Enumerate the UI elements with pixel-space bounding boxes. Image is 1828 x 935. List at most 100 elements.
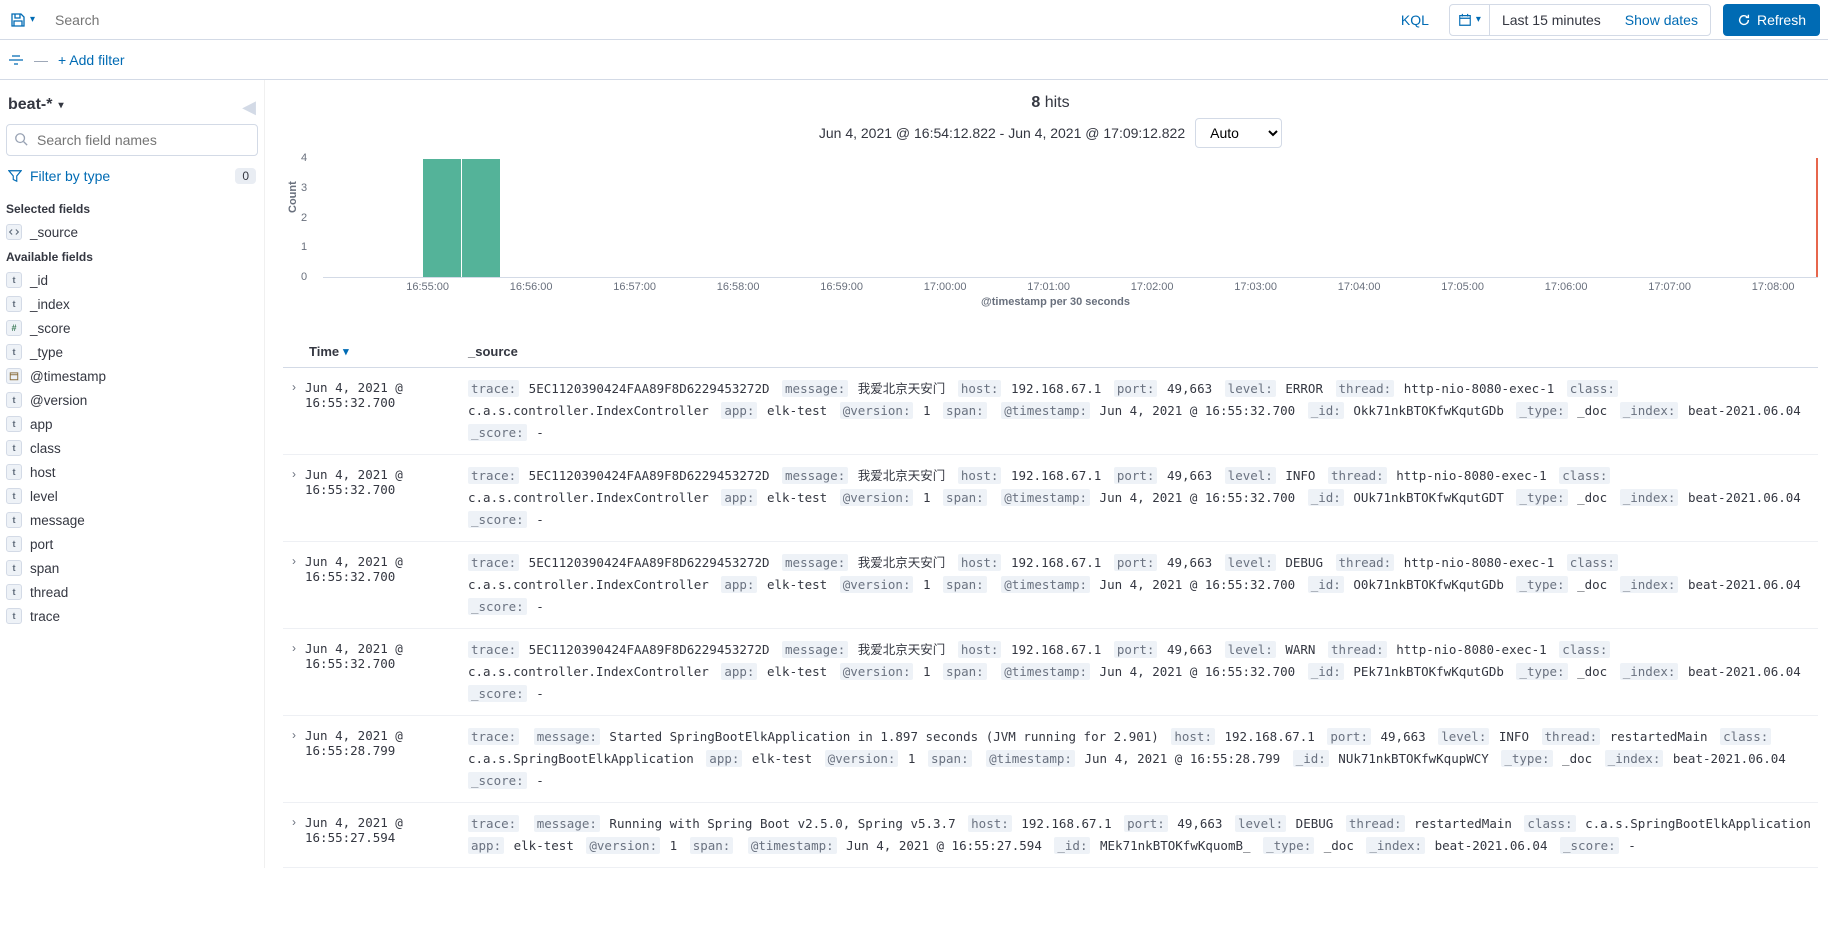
field-key: span: bbox=[943, 489, 987, 506]
field-key: message: bbox=[782, 641, 848, 658]
field-key: @version: bbox=[840, 489, 914, 506]
field-value: elk-test bbox=[757, 664, 839, 679]
field-item-source[interactable]: _source bbox=[6, 220, 258, 244]
field-value: 192.168.67.1 bbox=[1001, 381, 1113, 396]
filter-count-badge: 0 bbox=[235, 168, 256, 184]
histogram-bar[interactable] bbox=[423, 159, 461, 277]
expand-row-icon[interactable]: › bbox=[283, 552, 305, 568]
index-pattern-name: beat-* bbox=[8, 96, 52, 114]
field-key: level: bbox=[1225, 554, 1276, 571]
field-value: elk-test bbox=[757, 490, 839, 505]
field-key: app: bbox=[721, 489, 757, 506]
field-value: _doc bbox=[1568, 664, 1620, 679]
field-key: trace: bbox=[468, 380, 519, 397]
field-key: _score: bbox=[468, 598, 527, 615]
save-query-button[interactable]: ▾ bbox=[0, 0, 45, 39]
field-value: http-nio-8080-exec-1 bbox=[1394, 555, 1567, 570]
field-key: host: bbox=[1171, 728, 1215, 745]
field-item-app[interactable]: tapp bbox=[6, 412, 258, 436]
field-value: elk-test bbox=[504, 838, 586, 853]
field-key: message: bbox=[534, 728, 600, 745]
field-item-message[interactable]: tmessage bbox=[6, 508, 258, 532]
field-key: span: bbox=[943, 576, 987, 593]
filter-bar: — + Add filter bbox=[0, 40, 1828, 80]
x-tick: 16:57:00 bbox=[613, 281, 656, 293]
show-dates-link[interactable]: Show dates bbox=[1613, 12, 1710, 28]
field-value: Started SpringBootElkApplication in 1.89… bbox=[600, 729, 1171, 744]
date-picker[interactable]: ▾ Last 15 minutes Show dates bbox=[1449, 4, 1711, 36]
field-key: thread: bbox=[1336, 554, 1395, 571]
field-key: _index: bbox=[1620, 576, 1679, 593]
x-tick: 17:02:00 bbox=[1131, 281, 1174, 293]
field-value: 我爱北京天安门 bbox=[848, 468, 958, 483]
filter-by-type[interactable]: Filter by type 0 bbox=[6, 164, 258, 188]
field-key: @timestamp: bbox=[748, 837, 837, 854]
refresh-button[interactable]: Refresh bbox=[1723, 4, 1820, 36]
expand-row-icon[interactable]: › bbox=[283, 726, 305, 742]
x-tick: 16:56:00 bbox=[510, 281, 553, 293]
field-value: http-nio-8080-exec-1 bbox=[1394, 381, 1567, 396]
kql-toggle[interactable]: KQL bbox=[1385, 12, 1445, 28]
field-name-label: message bbox=[30, 513, 85, 528]
field-item-version[interactable]: t@version bbox=[6, 388, 258, 412]
field-key: port: bbox=[1114, 554, 1158, 571]
document-row: ›Jun 4, 2021 @ 16:55:32.700trace: 5EC112… bbox=[283, 629, 1818, 716]
field-value: 49,663 bbox=[1157, 555, 1224, 570]
field-item-type[interactable]: t_type bbox=[6, 340, 258, 364]
field-value: 我爱北京天安门 bbox=[848, 381, 958, 396]
x-tick: 17:05:00 bbox=[1441, 281, 1484, 293]
field-item-trace[interactable]: ttrace bbox=[6, 604, 258, 628]
field-type-icon: t bbox=[6, 584, 22, 600]
expand-row-icon[interactable]: › bbox=[283, 465, 305, 481]
collapse-sidebar-icon[interactable]: ◀ bbox=[242, 97, 258, 118]
field-item-class[interactable]: tclass bbox=[6, 436, 258, 460]
field-item-thread[interactable]: tthread bbox=[6, 580, 258, 604]
field-key: port: bbox=[1124, 815, 1168, 832]
expand-row-icon[interactable]: › bbox=[283, 813, 305, 829]
field-key: level: bbox=[1225, 380, 1276, 397]
field-value bbox=[519, 729, 534, 744]
field-type-icon: t bbox=[6, 272, 22, 288]
field-key: _type: bbox=[1516, 576, 1567, 593]
filter-icon[interactable] bbox=[8, 52, 24, 68]
column-header-source[interactable]: _source bbox=[468, 344, 518, 359]
field-search-input[interactable] bbox=[6, 124, 258, 156]
x-tick: 17:01:00 bbox=[1027, 281, 1070, 293]
field-item-score[interactable]: #_score bbox=[6, 316, 258, 340]
field-name-label: _type bbox=[30, 345, 63, 360]
interval-select[interactable]: Auto bbox=[1195, 118, 1282, 148]
field-value: 192.168.67.1 bbox=[1001, 642, 1113, 657]
histogram-bar[interactable] bbox=[462, 159, 500, 277]
field-item-index[interactable]: t_index bbox=[6, 292, 258, 316]
field-value: INFO bbox=[1276, 468, 1328, 483]
index-pattern-selector[interactable]: beat-* ▾ bbox=[6, 90, 63, 124]
x-tick: 17:07:00 bbox=[1648, 281, 1691, 293]
field-item-id[interactable]: t_id bbox=[6, 268, 258, 292]
field-item-level[interactable]: tlevel bbox=[6, 484, 258, 508]
field-value: elk-test bbox=[742, 751, 824, 766]
field-name-label: app bbox=[30, 417, 53, 432]
y-tick: 4 bbox=[301, 152, 307, 164]
y-axis-label: Count bbox=[287, 181, 299, 213]
field-key: @version: bbox=[840, 402, 914, 419]
field-value: - bbox=[527, 512, 549, 527]
field-item-port[interactable]: tport bbox=[6, 532, 258, 556]
field-name-label: trace bbox=[30, 609, 60, 624]
source-cell: trace: 5EC1120390424FAA89F8D6229453272D … bbox=[468, 378, 1818, 444]
field-item-timestamp[interactable]: @timestamp bbox=[6, 364, 258, 388]
field-key: thread: bbox=[1328, 641, 1387, 658]
field-value: 5EC1120390424FAA89F8D6229453272D bbox=[519, 468, 782, 483]
field-key: _id: bbox=[1054, 837, 1090, 854]
column-header-time[interactable]: Time ▾ bbox=[283, 344, 468, 359]
search-input[interactable] bbox=[45, 12, 1385, 28]
field-value: 5EC1120390424FAA89F8D6229453272D bbox=[519, 381, 782, 396]
add-filter-button[interactable]: + Add filter bbox=[58, 52, 125, 68]
expand-row-icon[interactable]: › bbox=[283, 639, 305, 655]
histogram-chart[interactable]: Count 01234 16:55:0016:56:0016:57:0016:5… bbox=[293, 158, 1818, 328]
field-key: _index: bbox=[1620, 402, 1679, 419]
field-key: _index: bbox=[1620, 489, 1679, 506]
expand-row-icon[interactable]: › bbox=[283, 378, 305, 394]
field-item-span[interactable]: tspan bbox=[6, 556, 258, 580]
field-item-host[interactable]: thost bbox=[6, 460, 258, 484]
field-type-icon: t bbox=[6, 464, 22, 480]
